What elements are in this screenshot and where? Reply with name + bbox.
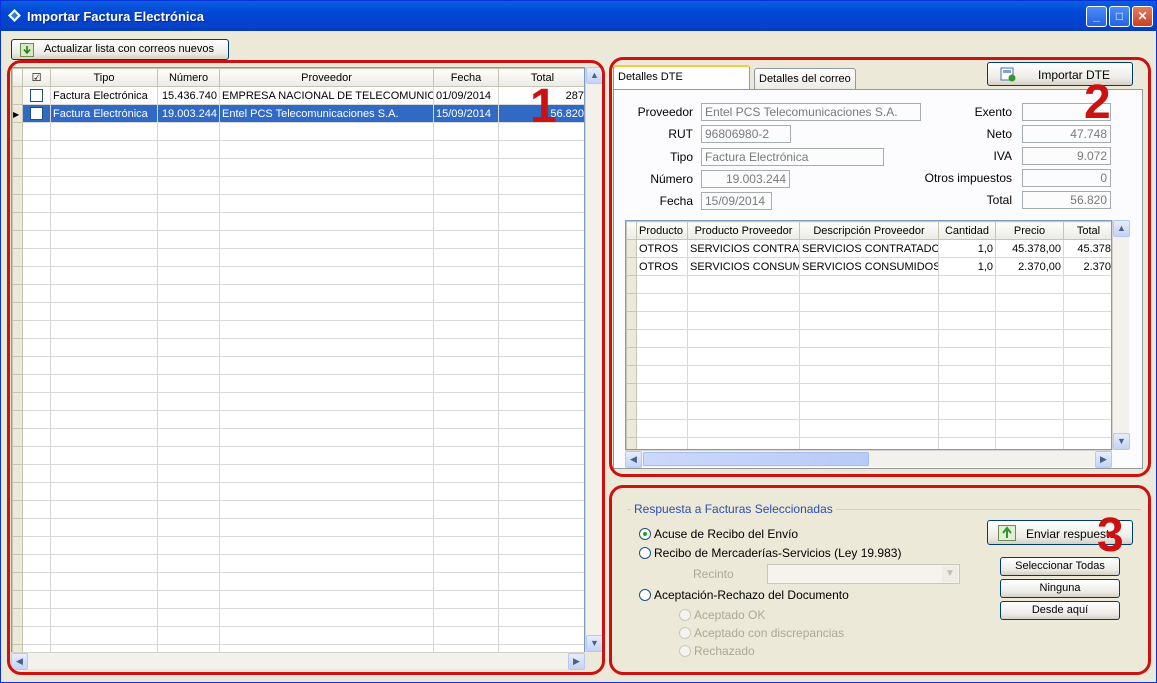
- annotation-box-3: [609, 485, 1151, 675]
- annotation-box-2: [609, 57, 1151, 477]
- maximize-button[interactable]: □: [1109, 6, 1130, 27]
- annotation-number-3: 3: [1097, 509, 1124, 562]
- annotation-box-1: [7, 60, 605, 675]
- annotation-number-1: 1: [530, 80, 557, 133]
- window-title: Importar Factura Electrónica: [27, 9, 204, 24]
- minimize-button[interactable]: _: [1086, 6, 1107, 27]
- title-bar[interactable]: Importar Factura Electrónica _ □ ✕: [1, 1, 1156, 31]
- refresh-list-button[interactable]: Actualizar lista con correos nuevos: [11, 39, 229, 60]
- download-icon: [20, 43, 34, 57]
- main-window: Importar Factura Electrónica _ □ ✕ Actua…: [0, 0, 1157, 683]
- app-icon: [8, 9, 21, 22]
- refresh-list-label: Actualizar lista con correos nuevos: [44, 43, 214, 55]
- annotation-number-2: 2: [1084, 76, 1111, 129]
- close-button[interactable]: ✕: [1132, 6, 1153, 27]
